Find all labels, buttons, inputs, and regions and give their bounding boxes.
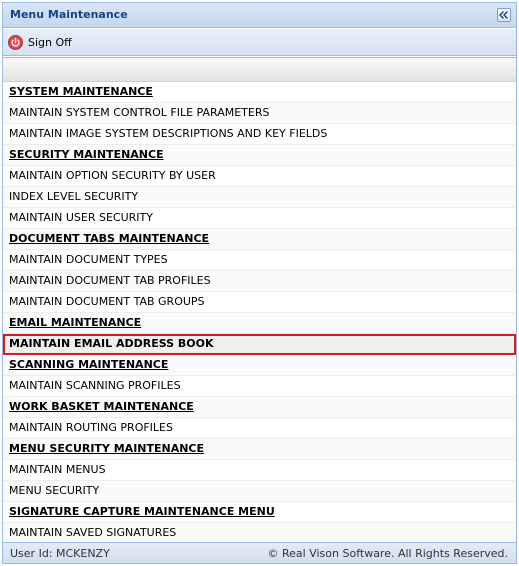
panel-header: Menu Maintenance: [3, 3, 516, 28]
menu-item-maintain-document-tab-groups[interactable]: MAINTAIN DOCUMENT TAB GROUPS: [3, 292, 516, 313]
menu-item-maintain-scanning-profiles[interactable]: MAINTAIN SCANNING PROFILES: [3, 376, 516, 397]
menu-section-system-maintenance[interactable]: SYSTEM MAINTENANCE: [3, 82, 516, 103]
menu-maintenance-panel: Menu Maintenance Sign Off SYSTEM MAINTEN…: [2, 2, 517, 564]
sign-off-button[interactable]: Sign Off: [8, 34, 72, 51]
list-header: [3, 58, 516, 82]
double-chevron-left-icon: [499, 11, 508, 19]
menu-section-signature-capture-maintenance-menu[interactable]: SIGNATURE CAPTURE MAINTENANCE MENU: [3, 502, 516, 523]
menu-section-document-tabs-maintenance[interactable]: DOCUMENT TABS MAINTENANCE: [3, 229, 516, 250]
status-bar: User Id: MCKENZY © Real Vison Software. …: [3, 542, 516, 563]
toolbar: Sign Off: [3, 29, 516, 56]
menu-item-maintain-document-types[interactable]: MAINTAIN DOCUMENT TYPES: [3, 250, 516, 271]
menu-list: SYSTEM MAINTENANCE MAINTAIN SYSTEM CONTRO…: [3, 57, 516, 544]
menu-item-maintain-email-address-book[interactable]: MAINTAIN EMAIL ADDRESS BOOK: [3, 334, 516, 355]
copyright-label: © Real Vison Software. All Rights Reserv…: [267, 547, 508, 560]
sign-off-label: Sign Off: [28, 36, 72, 49]
menu-item-maintain-routing-profiles[interactable]: MAINTAIN ROUTING PROFILES: [3, 418, 516, 439]
menu-item-maintain-user-security[interactable]: MAINTAIN USER SECURITY: [3, 208, 516, 229]
panel-title: Menu Maintenance: [10, 8, 128, 21]
menu-section-email-maintenance[interactable]: EMAIL MAINTENANCE: [3, 313, 516, 334]
menu-item-maintain-image-system-descriptions-and-key-fields[interactable]: MAINTAIN IMAGE SYSTEM DESCRIPTIONS AND K…: [3, 124, 516, 145]
collapse-button[interactable]: [497, 8, 511, 22]
user-id-label: User Id: MCKENZY: [10, 547, 110, 560]
menu-section-scanning-maintenance[interactable]: SCANNING MAINTENANCE: [3, 355, 516, 376]
menu-item-menu-security[interactable]: MENU SECURITY: [3, 481, 516, 502]
menu-rows: SYSTEM MAINTENANCE MAINTAIN SYSTEM CONTRO…: [3, 82, 516, 544]
menu-item-maintain-system-control-file-parameters[interactable]: MAINTAIN SYSTEM CONTROL FILE PARAMETERS: [3, 103, 516, 124]
menu-section-work-basket-maintenance[interactable]: WORK BASKET MAINTENANCE: [3, 397, 516, 418]
menu-item-index-level-security[interactable]: INDEX LEVEL SECURITY: [3, 187, 516, 208]
menu-item-maintain-menus[interactable]: MAINTAIN MENUS: [3, 460, 516, 481]
menu-section-menu-security-maintenance[interactable]: MENU SECURITY MAINTENANCE: [3, 439, 516, 460]
menu-item-maintain-document-tab-profiles[interactable]: MAINTAIN DOCUMENT TAB PROFILES: [3, 271, 516, 292]
menu-item-maintain-saved-signatures[interactable]: MAINTAIN SAVED SIGNATURES: [3, 523, 516, 544]
power-icon: [8, 35, 23, 50]
menu-section-security-maintenance[interactable]: SECURITY MAINTENANCE: [3, 145, 516, 166]
menu-item-maintain-option-security-by-user[interactable]: MAINTAIN OPTION SECURITY BY USER: [3, 166, 516, 187]
